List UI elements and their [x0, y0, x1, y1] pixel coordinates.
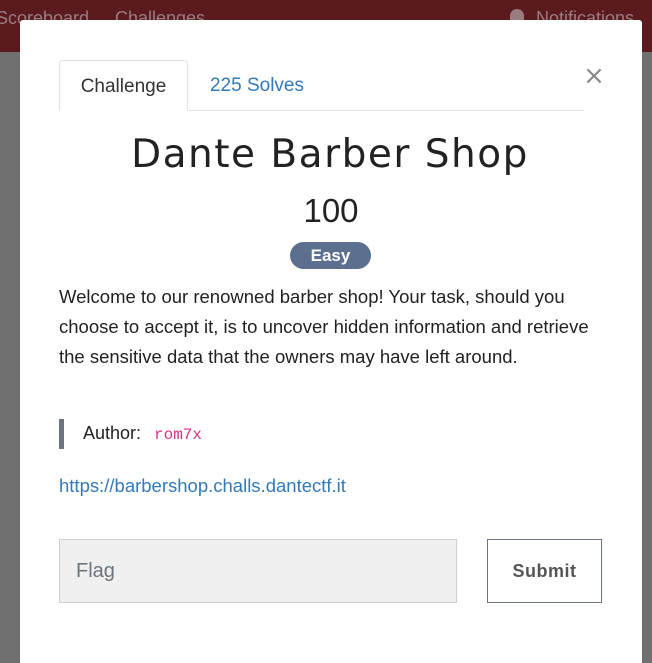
submit-button[interactable]: Submit: [487, 539, 602, 603]
tab-challenge[interactable]: Challenge: [59, 60, 188, 111]
author-name: rom7x: [154, 426, 203, 444]
author-blockquote-bar: [59, 419, 64, 449]
difficulty-badge: Easy: [290, 242, 371, 269]
author-label: Author:: [83, 423, 142, 443]
flag-input[interactable]: [59, 539, 457, 603]
tab-solves[interactable]: 225 Solves: [196, 60, 318, 111]
challenge-url-link[interactable]: https://barbershop.challs.dantectf.it: [59, 475, 346, 497]
challenge-title: Dante Barber Shop: [131, 132, 529, 177]
close-button[interactable]: ×: [582, 62, 606, 90]
challenge-points: 100: [303, 192, 359, 229]
challenge-description: Welcome to our renowned barber shop! You…: [59, 286, 589, 367]
